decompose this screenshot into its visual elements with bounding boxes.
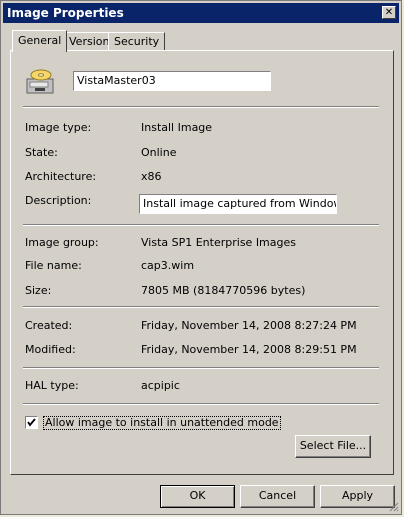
disk-image-icon [26,69,54,94]
modified-label: Modified: [25,343,76,356]
tab-general[interactable]: General [12,30,68,52]
unattended-checkbox[interactable] [25,416,38,429]
select-file-button-label: Select File... [299,439,367,452]
created-value: Friday, November 14, 2008 8:27:24 PM [141,319,357,332]
separator [23,306,379,308]
apply-button-label: Apply [341,489,374,502]
tab-security[interactable]: Security [108,32,166,50]
size-value: 7805 MB (8184770596 bytes) [141,284,306,297]
tab-version-label: Version [69,35,110,48]
window-title: Image Properties [7,6,124,20]
apply-button[interactable]: Apply [320,485,395,508]
image-group-value: Vista SP1 Enterprise Images [141,236,296,249]
hal-type-label: HAL type: [25,379,79,392]
ok-button[interactable]: OK [160,485,235,508]
cancel-button[interactable]: Cancel [240,485,315,508]
description-field[interactable]: Install image captured from Windows Vist… [139,194,337,214]
separator [23,106,379,108]
hal-type-value: acpipic [141,379,180,392]
file-name-label: File name: [25,259,82,272]
image-type-label: Image type: [25,121,92,134]
ok-button-label: OK [189,489,206,502]
image-properties-dialog: Image Properties ✕ General Version Secur… [0,0,402,515]
separator [23,403,379,405]
close-icon: ✕ [384,7,394,18]
created-label: Created: [25,319,73,332]
state-value: Online [141,146,177,159]
size-label: Size: [25,284,52,297]
state-label: State: [25,146,58,159]
image-group-label: Image group: [25,236,99,249]
architecture-value: x86 [141,170,162,183]
tab-security-label: Security [114,35,160,48]
separator [23,224,379,226]
description-label: Description: [25,194,92,207]
title-bar[interactable]: Image Properties ✕ [3,3,399,23]
separator [23,367,379,369]
close-button[interactable]: ✕ [382,6,396,19]
image-type-value: Install Image [141,121,213,134]
cancel-button-label: Cancel [258,489,297,502]
architecture-label: Architecture: [25,170,97,183]
file-name-value: cap3.wim [141,259,195,272]
modified-value: Friday, November 14, 2008 8:29:51 PM [141,343,357,356]
check-icon [27,418,36,427]
unattended-checkbox-label[interactable]: Allow image to install in unattended mod… [43,416,281,430]
select-file-button[interactable]: Select File... [295,435,371,458]
tab-general-label: General [18,34,62,47]
resize-grip-icon[interactable] [387,500,399,512]
image-name-field[interactable]: VistaMaster03 [73,71,271,91]
